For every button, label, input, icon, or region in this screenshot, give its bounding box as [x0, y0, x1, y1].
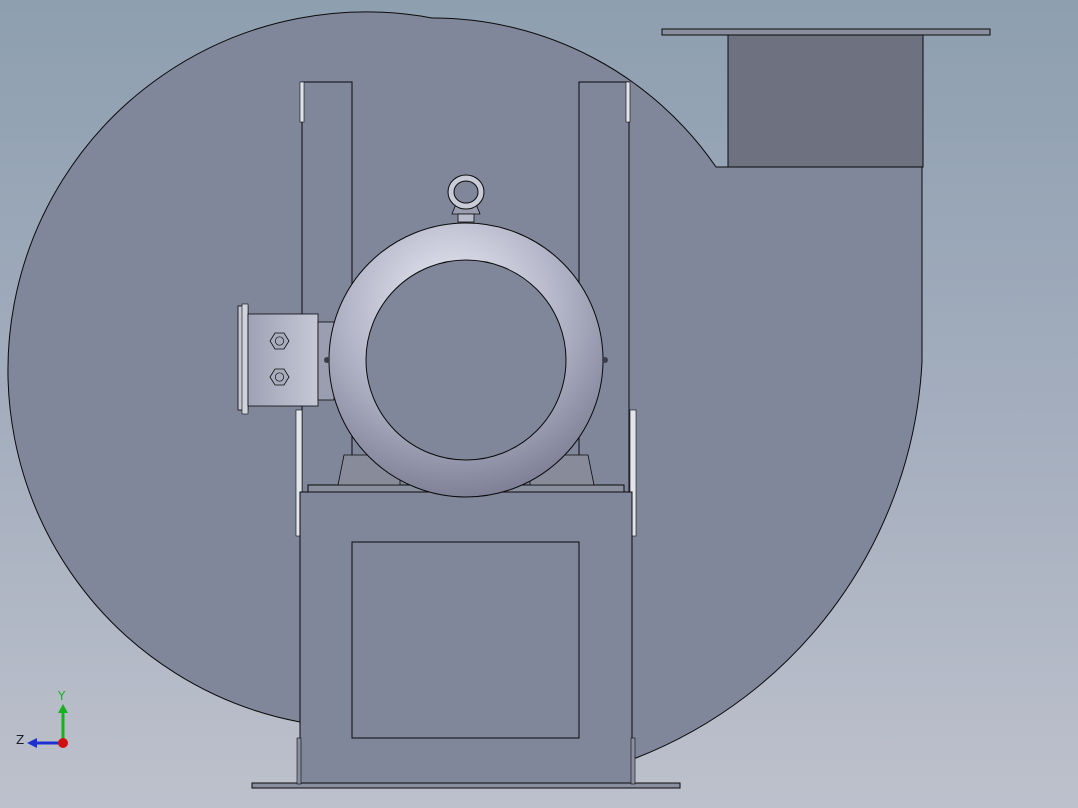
triad-y-label: Y	[57, 689, 66, 703]
frame-edge-strip-right	[625, 81, 631, 123]
motor-side-bolt	[324, 357, 330, 363]
base-plate[interactable]	[251, 782, 681, 789]
outlet-flange[interactable]	[661, 28, 991, 36]
motor-side-bolt	[602, 357, 608, 363]
terminal-box-flange-tab	[241, 303, 249, 415]
outlet-duct[interactable]	[727, 33, 924, 168]
motor-end-face[interactable]	[365, 259, 567, 461]
triad-z-label: Z	[16, 733, 24, 747]
frame-edge-strip-left	[299, 81, 305, 123]
terminal-box[interactable]	[247, 313, 319, 407]
model-scene[interactable]: Y Z	[0, 0, 1078, 808]
graphics-viewport[interactable]: Y Z	[0, 0, 1078, 808]
frame-post-right[interactable]	[578, 81, 630, 493]
coordinate-triad: Y Z	[16, 689, 68, 748]
frame-post-left[interactable]	[301, 81, 353, 493]
pedestal-foot-right	[630, 737, 636, 785]
pedestal-panel[interactable]	[351, 541, 580, 739]
pedestal-foot-left	[296, 737, 302, 785]
